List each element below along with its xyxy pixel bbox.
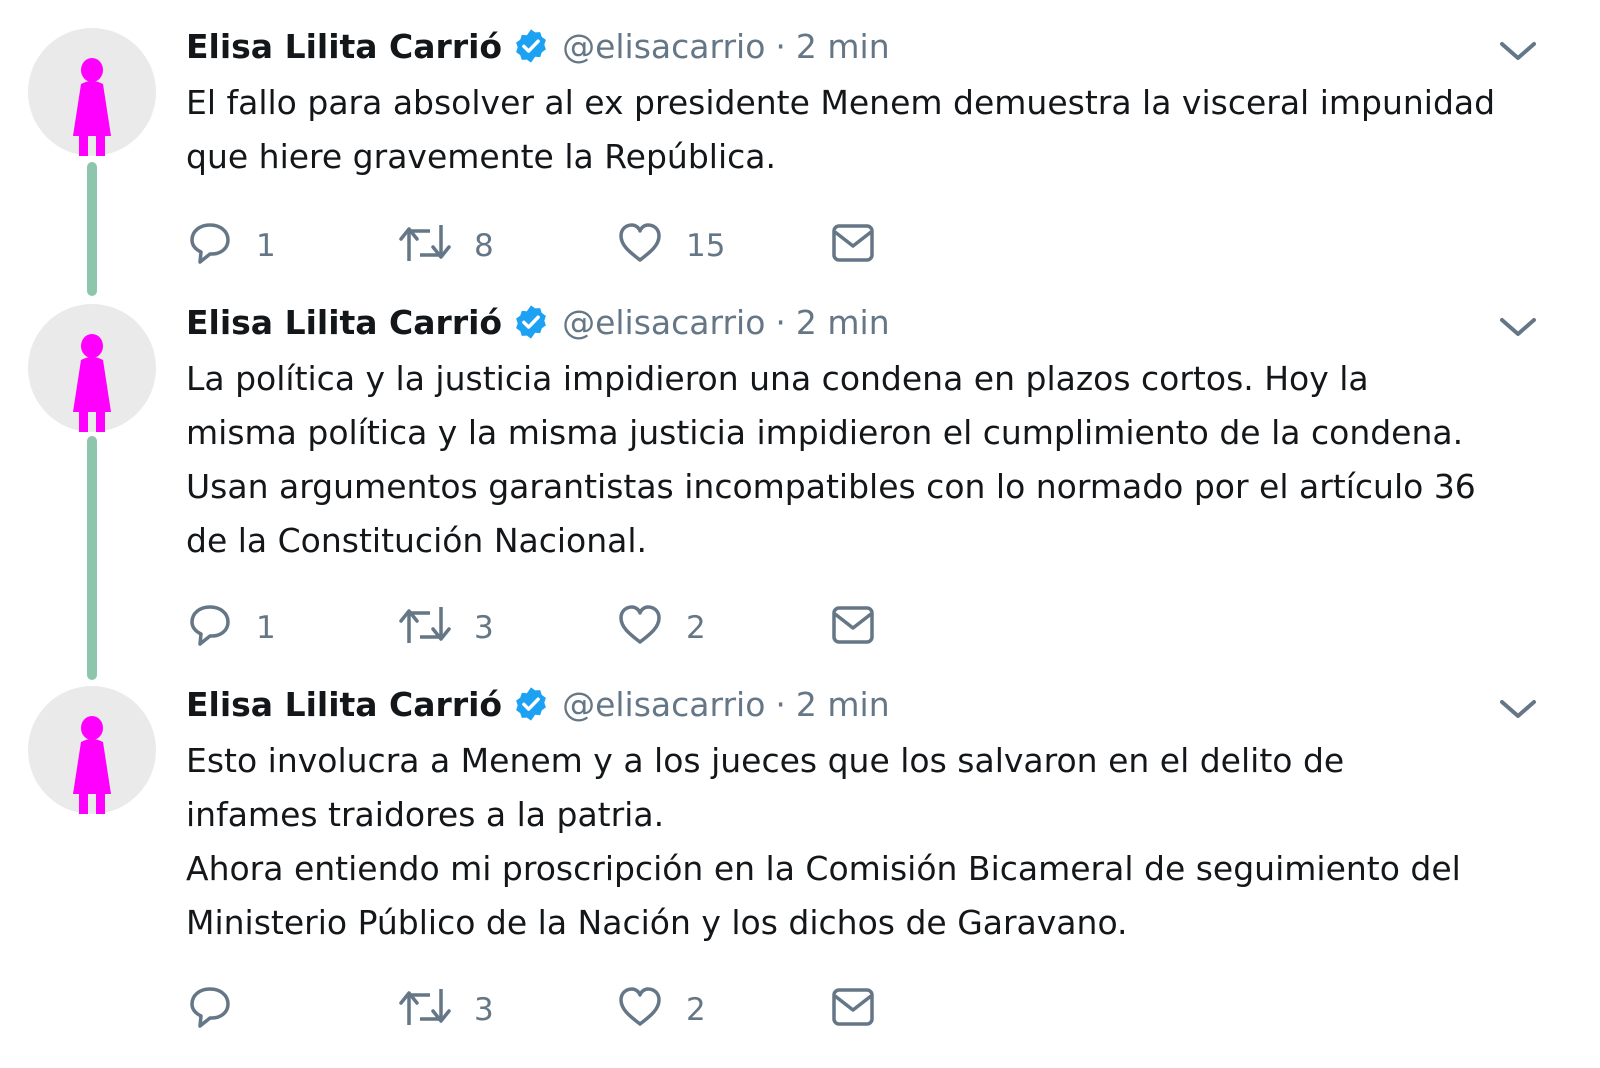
author-handle[interactable]: @elisacarrio [562,27,765,66]
meta-separator: · [775,684,786,724]
retweet-icon [399,989,451,1025]
retweet-count: 8 [474,228,494,264]
like-button[interactable]: 2 [616,600,706,650]
avatar[interactable] [28,304,156,432]
tweet-actions: 3 2 [186,982,906,1032]
tweet-paragraph: Ahora entiendo mi proscripción en la Com… [186,849,1461,942]
timestamp[interactable]: 2 min [796,27,890,66]
tweet-text: El fallo para absolver al ex presidente … [186,76,1566,184]
like-button[interactable]: 2 [616,982,706,1032]
avatar[interactable] [28,28,156,156]
reply-button[interactable]: 1 [186,600,276,650]
retweet-icon [399,225,451,261]
envelope-icon [832,988,874,1026]
author-handle[interactable]: @elisacarrio [562,685,765,724]
tweet-paragraph: El fallo para absolver al ex presidente … [186,83,1496,176]
tweet-paragraph: Esto involucra a Menem y a los jueces qu… [186,741,1345,834]
direct-message-button[interactable] [830,600,876,650]
chevron-down-icon[interactable] [1496,36,1540,66]
retweet-button[interactable]: 3 [398,982,494,1032]
author-name[interactable]: Elisa Lilita Carrió [186,685,502,724]
tweet-actions: 1 8 15 [186,218,906,268]
like-button[interactable]: 15 [616,218,725,268]
author-name[interactable]: Elisa Lilita Carrió [186,303,502,342]
reply-icon [190,223,230,264]
reply-icon [190,987,230,1028]
avatar-figure-icon [73,58,111,156]
tweet[interactable]: Elisa Lilita Carrió @elisacarrio · 2 min… [0,0,1600,290]
heart-icon [619,223,661,262]
like-count: 15 [686,228,726,264]
tweet-thread: Elisa Lilita Carrió @elisacarrio · 2 min… [0,0,1600,1068]
meta-separator: · [775,302,786,342]
direct-message-button[interactable] [830,218,876,268]
heart-icon [619,987,661,1026]
verified-badge-icon [512,27,550,65]
reply-button[interactable]: 1 [186,218,276,268]
reply-count: 1 [256,228,276,264]
reply-count: 1 [256,610,276,646]
meta-separator: · [775,26,786,66]
tweet[interactable]: Elisa Lilita Carrió @elisacarrio · 2 min… [0,276,1600,676]
timestamp[interactable]: 2 min [796,303,890,342]
author-name[interactable]: Elisa Lilita Carrió [186,27,502,66]
avatar-figure-icon [73,716,111,814]
verified-badge-icon [512,303,550,341]
retweet-icon [399,607,451,643]
tweet[interactable]: Elisa Lilita Carrió @elisacarrio · 2 min… [0,658,1600,1068]
envelope-icon [832,224,874,262]
retweet-button[interactable]: 8 [398,218,494,268]
verified-badge-icon [512,685,550,723]
reply-button[interactable] [186,982,256,1032]
tweet-paragraph: La política y la justicia impidieron una… [186,359,1476,560]
tweet-actions: 1 3 2 [186,600,906,650]
tweet-header: Elisa Lilita Carrió @elisacarrio · 2 min [186,680,890,728]
tweet-text: Esto involucra a Menem y a los jueces qu… [186,734,1486,950]
chevron-down-icon[interactable] [1496,694,1540,724]
reply-icon [190,605,230,646]
avatar-figure-icon [73,334,111,432]
timestamp[interactable]: 2 min [796,685,890,724]
chevron-down-icon[interactable] [1496,312,1540,342]
avatar[interactable] [28,686,156,814]
tweet-text: La política y la justicia impidieron una… [186,352,1486,568]
tweet-header: Elisa Lilita Carrió @elisacarrio · 2 min [186,22,890,70]
retweet-count: 3 [474,610,494,646]
retweet-count: 3 [474,992,494,1028]
direct-message-button[interactable] [830,982,876,1032]
author-handle[interactable]: @elisacarrio [562,303,765,342]
heart-icon [619,605,661,644]
like-count: 2 [686,992,706,1028]
tweet-header: Elisa Lilita Carrió @elisacarrio · 2 min [186,298,890,346]
retweet-button[interactable]: 3 [398,600,494,650]
envelope-icon [832,606,874,644]
like-count: 2 [686,610,706,646]
